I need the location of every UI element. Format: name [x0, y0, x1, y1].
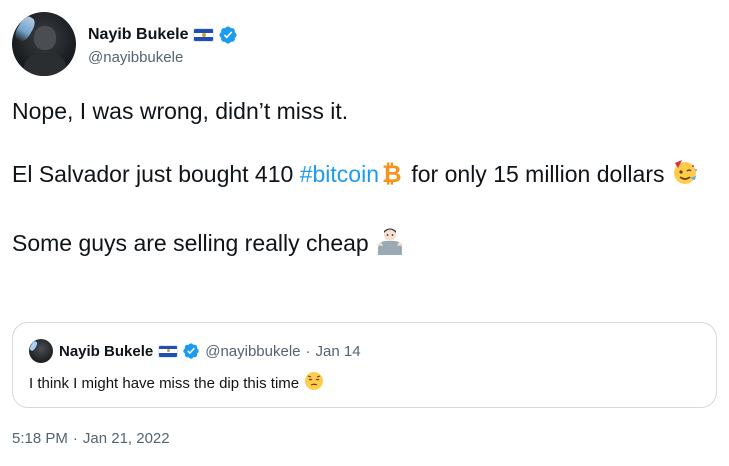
- author-identity: Nayib Bukele @nayibbukele: [88, 23, 238, 66]
- tweet-timestamp[interactable]: 5:18 PM · Jan 21, 2022: [12, 430, 170, 447]
- pensive-face-emoji: [304, 371, 324, 395]
- author-name-row: Nayib Bukele: [88, 23, 238, 47]
- verified-badge-icon: [219, 25, 238, 44]
- el-salvador-flag-icon: [158, 344, 179, 358]
- quoted-tweet-card[interactable]: Nayib Bukele @nayibbukele · Jan 14 I thi…: [12, 322, 717, 408]
- timestamp-date: Jan 21, 2022: [82, 430, 170, 447]
- quoted-tweet-text-content: I think I might have miss the dip this t…: [29, 374, 300, 392]
- author-name[interactable]: Nayib Bukele: [88, 26, 188, 44]
- verified-badge-icon: [183, 343, 199, 359]
- tweet-body: Nope, I was wrong, didn’t miss it. El Sa…: [12, 96, 712, 263]
- separator-dot: ·: [72, 430, 78, 447]
- tweet-line-2: El Salvador just bought 410 #bitcoin ₿ fo…: [12, 158, 712, 194]
- man-shrugging-emoji: [375, 225, 405, 263]
- quoted-author-handle: @nayibbukele: [205, 342, 301, 360]
- tweet-line-2-prefix: El Salvador just bought 410: [12, 161, 300, 187]
- quoted-tweet-date[interactable]: Jan 14: [316, 343, 361, 360]
- svg-text:₿: ₿: [382, 160, 402, 186]
- bitcoin-emoji: ₿: [379, 160, 405, 194]
- timestamp-time: 5:18 PM: [12, 430, 68, 447]
- tweet-line-2-suffix: for only 15 million dollars: [404, 161, 665, 187]
- quoted-author-avatar: [29, 339, 53, 363]
- quoted-tweet-text: I think I might have miss the dip this t…: [29, 371, 324, 395]
- tweet-line-3-text: Some guys are selling really cheap: [12, 230, 369, 256]
- quoted-tweet-header: Nayib Bukele @nayibbukele · Jan 14: [29, 339, 361, 363]
- hashtag-link[interactable]: #bitcoin: [300, 161, 379, 187]
- tweet-line-1: Nope, I was wrong, didn’t miss it.: [12, 98, 349, 124]
- author-avatar[interactable]: [12, 12, 76, 76]
- el-salvador-flag-icon: [193, 27, 215, 42]
- partying-face-emoji: [671, 158, 699, 194]
- quoted-author-name: Nayib Bukele: [59, 342, 154, 360]
- tweet-header: Nayib Bukele @nayibbukele: [12, 12, 238, 76]
- separator-dot: ·: [305, 342, 311, 360]
- author-handle[interactable]: @nayibbukele: [88, 49, 238, 66]
- tweet-line-3: Some guys are selling really cheap: [12, 225, 712, 263]
